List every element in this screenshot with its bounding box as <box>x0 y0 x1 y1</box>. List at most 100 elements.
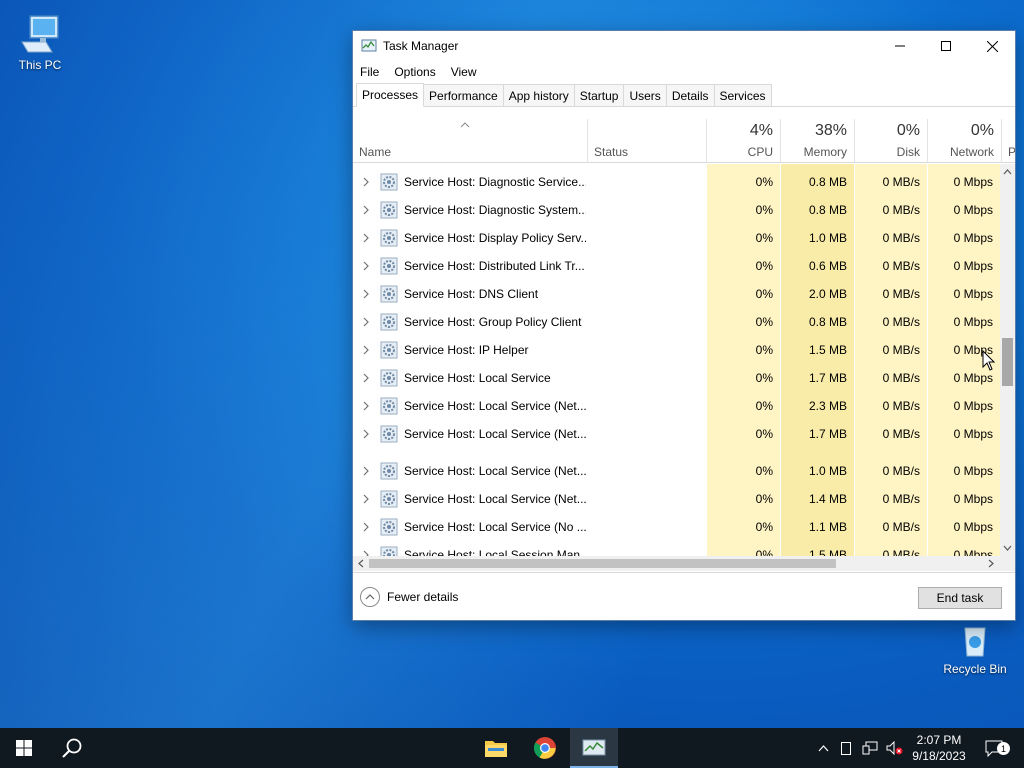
tray-volume-button[interactable] <box>884 728 906 768</box>
horizontal-scrollbar[interactable] <box>353 556 1000 571</box>
tab-users[interactable]: Users <box>623 84 667 106</box>
process-row[interactable]: Service Host: Local Service (Net... 0% 1.4… <box>353 485 1015 513</box>
title-bar[interactable]: Task Manager <box>353 31 1015 61</box>
mouse-cursor-icon <box>982 350 996 371</box>
taskbar-chrome[interactable] <box>521 728 569 768</box>
vertical-scroll-thumb[interactable] <box>1002 338 1013 386</box>
sort-ascending-icon <box>460 122 470 128</box>
column-label-status: Status <box>594 145 629 159</box>
desktop-icon-this-pc[interactable]: This PC <box>2 8 78 72</box>
tab-services[interactable]: Services <box>713 84 772 106</box>
process-row[interactable]: Service Host: Local Service (Net... 0% 1.7… <box>353 420 1015 448</box>
search-icon <box>62 738 82 758</box>
process-memory-value: 1.7 MB <box>808 427 847 441</box>
chevron-right-icon[interactable] <box>361 429 371 439</box>
process-row[interactable]: Service Host: IP Helper 0% 1.5 MB 0 MB/s 0 M… <box>353 336 1015 364</box>
service-gear-icon <box>380 173 398 191</box>
tab-startup[interactable]: Startup <box>573 84 625 106</box>
chevron-up-icon <box>818 744 828 751</box>
process-row[interactable]: Service Host: Display Policy Serv... 0% 1.… <box>353 224 1015 252</box>
service-gear-icon <box>380 397 398 415</box>
service-gear-icon <box>380 285 398 303</box>
process-row[interactable]: Service Host: Local Service (Net... 0% 2.3… <box>353 392 1015 420</box>
process-row[interactable]: Service Host: Local Session Man... 0% 1.5 … <box>353 541 1015 556</box>
process-disk-value: 0 MB/s <box>882 287 920 301</box>
tray-tablet-button[interactable] <box>838 728 854 768</box>
end-task-button[interactable]: End task <box>918 587 1002 609</box>
tab-details[interactable]: Details <box>665 84 715 106</box>
memory-total-percent: 38% <box>814 122 847 139</box>
service-gear-icon <box>380 518 398 536</box>
process-cpu-value: 0% <box>755 203 773 217</box>
desktop-icon-recycle-bin[interactable]: Recycle Bin <box>937 612 1013 676</box>
taskbar-task-manager[interactable] <box>570 728 618 768</box>
chevron-right-icon[interactable] <box>361 261 371 271</box>
window-title: Task Manager <box>383 39 459 53</box>
chevron-right-icon[interactable] <box>361 494 371 504</box>
menu-view[interactable]: View <box>451 65 484 79</box>
start-button[interactable] <box>0 728 48 768</box>
chevron-right-icon[interactable] <box>361 317 371 327</box>
menu-bar: File Options View <box>353 61 1015 83</box>
process-name: Service Host: Display Policy Serv... <box>404 231 586 245</box>
process-memory-value: 1.4 MB <box>808 492 847 506</box>
column-header-memory[interactable]: 38% Memory <box>781 119 854 163</box>
process-row[interactable]: Service Host: Local Service (No ... 0% 1.1… <box>353 513 1015 541</box>
close-button[interactable] <box>969 31 1015 61</box>
process-row[interactable]: Service Host: DNS Client 0% 2.0 MB 0 MB/s 0 … <box>353 280 1015 308</box>
tab-processes[interactable]: Processes <box>356 83 425 107</box>
fewer-details-button[interactable]: Fewer details <box>360 587 458 607</box>
vertical-scrollbar[interactable] <box>1000 164 1015 556</box>
taskbar-file-explorer[interactable] <box>472 728 520 768</box>
task-manager-icon <box>582 739 606 756</box>
footer-bar: Fewer details End task <box>353 572 1015 620</box>
process-row[interactable]: Service Host: Diagnostic System... 0% 0.8 … <box>353 196 1015 224</box>
column-header-disk[interactable]: 0% Disk <box>855 119 927 163</box>
chevron-right-icon[interactable] <box>361 373 371 383</box>
action-center-button[interactable]: 1 <box>978 728 1012 768</box>
tab-app-history[interactable]: App history <box>502 84 575 106</box>
column-header-cpu[interactable]: 4% CPU <box>707 119 780 163</box>
tray-network-button[interactable] <box>860 728 880 768</box>
chevron-right-icon[interactable] <box>361 522 371 532</box>
process-row[interactable]: Service Host: Local Service 0% 1.7 MB 0 MB/… <box>353 364 1015 392</box>
chrome-icon <box>533 737 556 759</box>
scroll-down-icon[interactable] <box>1003 545 1012 551</box>
maximize-button[interactable] <box>923 31 969 61</box>
chevron-right-icon[interactable] <box>361 289 371 299</box>
process-row[interactable]: Service Host: Local Service (Net... 0% 1.0… <box>353 457 1015 485</box>
column-header-name[interactable]: Name <box>353 119 587 163</box>
process-memory-value: 1.5 MB <box>808 343 847 357</box>
scrollbar-corner <box>1000 556 1015 571</box>
minimize-button[interactable] <box>877 31 923 61</box>
chevron-right-icon[interactable] <box>361 233 371 243</box>
chevron-right-icon[interactable] <box>361 177 371 187</box>
process-memory-value: 1.7 MB <box>808 371 847 385</box>
scroll-right-icon[interactable] <box>988 559 994 568</box>
tab-performance[interactable]: Performance <box>423 84 504 106</box>
search-button[interactable] <box>48 728 96 768</box>
chevron-right-icon[interactable] <box>361 401 371 411</box>
menu-options[interactable]: Options <box>394 65 442 79</box>
scroll-left-icon[interactable] <box>358 559 364 568</box>
process-network-value: 0 Mbps <box>953 287 993 301</box>
service-gear-icon <box>380 257 398 275</box>
process-row[interactable]: Service Host: Distributed Link Tr... 0% 0.… <box>353 252 1015 280</box>
process-network-value: 0 Mbps <box>953 259 993 273</box>
scroll-up-icon[interactable] <box>1003 169 1012 175</box>
process-row[interactable]: Service Host: Group Policy Client 0% 0.8 M… <box>353 308 1015 336</box>
horizontal-scroll-thumb[interactable] <box>369 559 836 568</box>
process-cpu-value: 0% <box>755 427 773 441</box>
process-row[interactable]: Service Host: Diagnostic Service... 0% 0.8… <box>353 168 1015 196</box>
taskbar-clock[interactable]: 2:07 PM 9/18/2023 <box>905 732 973 764</box>
chevron-right-icon[interactable] <box>361 345 371 355</box>
chevron-right-icon[interactable] <box>361 205 371 215</box>
show-hidden-icons-button[interactable] <box>814 728 832 768</box>
column-header-power[interactable]: P <box>1002 119 1015 163</box>
column-header-network[interactable]: 0% Network <box>928 119 1001 163</box>
menu-file[interactable]: File <box>360 65 386 79</box>
tablet-icon <box>841 741 851 755</box>
taskbar: 2:07 PM 9/18/2023 1 <box>0 728 1024 768</box>
chevron-right-icon[interactable] <box>361 466 371 476</box>
column-header-status[interactable]: Status <box>588 119 706 163</box>
